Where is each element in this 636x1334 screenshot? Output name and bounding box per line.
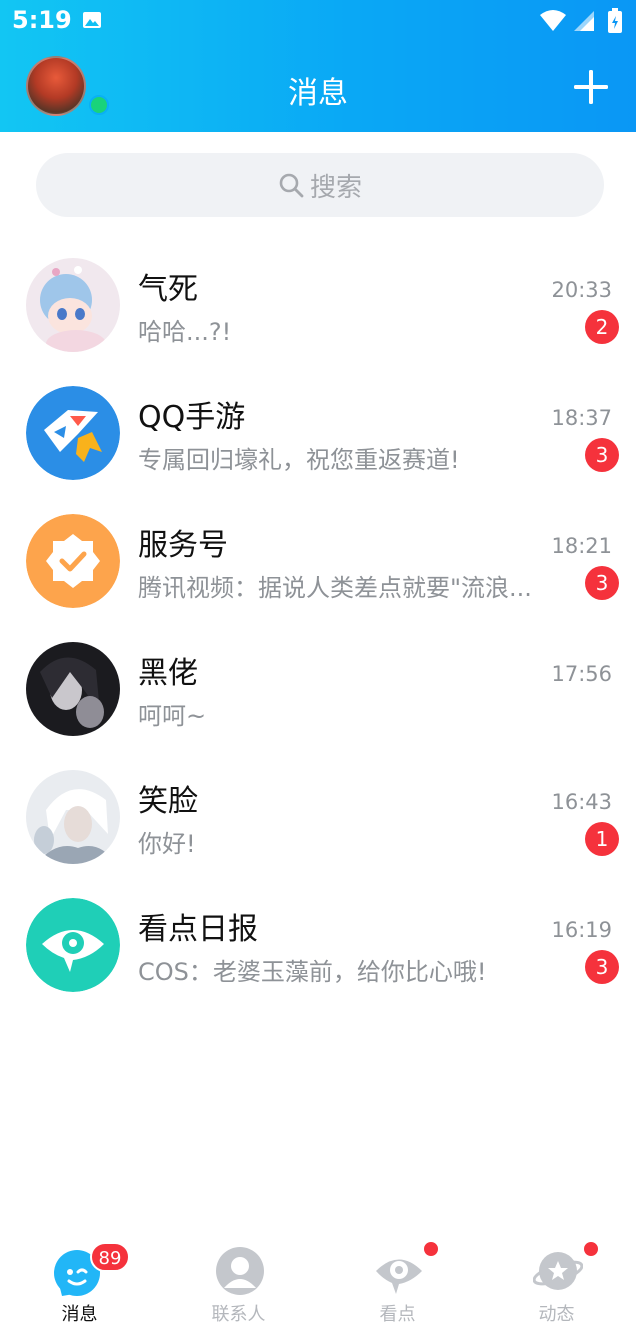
contact-name: 黑佬	[138, 656, 198, 691]
search-icon	[279, 173, 304, 198]
tab-label: 联系人	[211, 1304, 266, 1325]
message-time: 20:33	[551, 278, 612, 302]
bottom-tab-bar: 89 消息 联系人 看点 动态	[0, 1226, 636, 1334]
message-preview: COS：老婆玉藻前，给你比心哦!	[138, 958, 487, 986]
tab-moments[interactable]: 动态	[477, 1226, 636, 1334]
system-status-icons	[540, 8, 622, 33]
tab-label: 动态	[538, 1304, 575, 1325]
page-title: 消息	[288, 76, 348, 111]
search-bar[interactable]: 搜索	[36, 153, 604, 217]
kandian-notification-dot	[422, 1240, 440, 1258]
message-time: 16:43	[551, 790, 612, 814]
kandian-daily-icon	[26, 898, 120, 992]
contact-name: 气死	[138, 272, 198, 307]
contact-name: 服务号	[138, 528, 228, 563]
tab-messages[interactable]: 89 消息	[0, 1226, 159, 1334]
message-preview: 专属回归壕礼，祝您重返赛道!	[138, 446, 460, 474]
message-time: 17:56	[551, 662, 612, 686]
unread-badge: 3	[585, 566, 619, 600]
contact-avatar	[26, 770, 120, 864]
kandian-eye-icon	[376, 1259, 422, 1294]
message-time: 18:21	[551, 534, 612, 558]
conversation-row[interactable]: QQ手游 专属回归壕礼，祝您重返赛道! 18:37 3	[0, 372, 636, 500]
conversation-list: 气死 哈哈...?! 20:33 2 QQ手游 专属回归壕礼，祝您重返赛道! 1…	[0, 244, 636, 1012]
message-preview: 哈哈...?!	[138, 318, 232, 346]
moments-planet-icon	[533, 1252, 583, 1290]
moments-notification-dot	[582, 1240, 600, 1258]
header-bar: 5:19 消息	[0, 0, 636, 132]
unread-badge: 3	[585, 438, 619, 472]
message-preview: 你好!	[138, 830, 196, 858]
message-time: 18:37	[551, 406, 612, 430]
status-bar: 5:19	[0, 0, 636, 44]
conversation-row[interactable]: 笑脸 你好! 16:43 1	[0, 756, 636, 884]
qq-games-icon	[26, 386, 120, 480]
unread-badge: 3	[585, 950, 619, 984]
contact-name: 笑脸	[138, 784, 198, 819]
messages-unread-badge: 89	[90, 1242, 130, 1272]
conversation-row[interactable]: 黑佬 呵呵~ 17:56	[0, 628, 636, 756]
contacts-icon	[216, 1247, 264, 1295]
contact-avatar	[26, 258, 120, 352]
tab-label: 消息	[61, 1304, 98, 1325]
tab-kandian[interactable]: 看点	[318, 1226, 477, 1334]
conversation-row[interactable]: 气死 哈哈...?! 20:33 2	[0, 244, 636, 372]
conversation-row[interactable]: 看点日报 COS：老婆玉藻前，给你比心哦! 16:19 3	[0, 884, 636, 1012]
image-notification-icon	[83, 12, 101, 28]
wifi-icon	[540, 10, 566, 31]
message-preview: 呵呵~	[138, 702, 207, 730]
add-icon[interactable]	[570, 66, 612, 108]
search-placeholder: 搜索	[309, 172, 362, 203]
unread-badge: 1	[585, 822, 619, 856]
message-time: 16:19	[551, 918, 612, 942]
message-preview: 腾讯视频：据说人类差点就要"流浪...	[138, 574, 532, 602]
tab-contacts[interactable]: 联系人	[159, 1226, 318, 1334]
status-time: 5:19	[12, 6, 72, 34]
service-account-icon	[26, 514, 120, 608]
contact-name: QQ手游	[138, 400, 246, 435]
contact-name: 看点日报	[138, 912, 258, 947]
unread-badge: 2	[585, 310, 619, 344]
tab-label: 看点	[379, 1304, 416, 1325]
conversation-row[interactable]: 服务号 腾讯视频：据说人类差点就要"流浪... 18:21 3	[0, 500, 636, 628]
contact-avatar	[26, 642, 120, 736]
